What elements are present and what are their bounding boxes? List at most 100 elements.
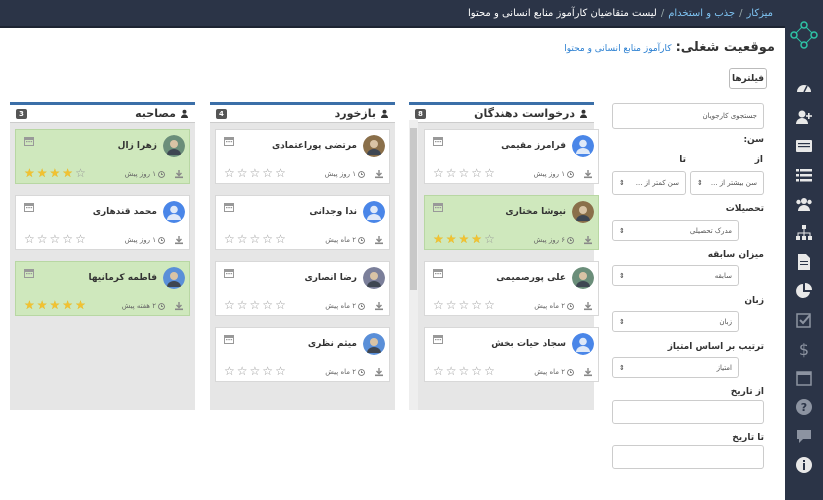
card-list-icon[interactable] xyxy=(794,136,814,156)
search-input[interactable]: جستجوی کارجویان xyxy=(612,103,764,129)
download-icon[interactable] xyxy=(374,169,384,179)
rating-star-icon[interactable]: ☆ xyxy=(471,365,482,377)
rating-star-icon[interactable]: ☆ xyxy=(75,167,86,179)
sort-select[interactable]: امتیاز ⇕ xyxy=(612,357,739,378)
applicant-name[interactable]: میثم نظری xyxy=(308,339,357,349)
date-to-input[interactable] xyxy=(612,445,764,469)
calendar-icon[interactable] xyxy=(224,136,234,146)
rating-stars[interactable]: ★ ★ ★ ★ ☆ xyxy=(24,167,86,179)
rating-star-icon[interactable]: ★ xyxy=(37,167,48,179)
rating-star-icon[interactable]: ☆ xyxy=(237,233,248,245)
rating-star-icon[interactable]: ☆ xyxy=(446,167,457,179)
rating-star-icon[interactable]: ☆ xyxy=(275,299,286,311)
applicant-card[interactable]: میثم نظری ☆ ☆ ☆ ☆ ☆ ۲ ماه پیش xyxy=(215,327,390,382)
rating-star-icon[interactable]: ☆ xyxy=(50,233,61,245)
rating-stars[interactable]: ☆ ☆ ☆ ☆ ☆ xyxy=(224,365,286,377)
calendar-icon[interactable] xyxy=(224,268,234,278)
rating-star-icon[interactable]: ☆ xyxy=(262,233,273,245)
rating-star-icon[interactable]: ☆ xyxy=(471,167,482,179)
age-from-input[interactable]: سن بیشتر از ... ⇕ xyxy=(690,171,764,195)
rating-star-icon[interactable]: ☆ xyxy=(224,233,235,245)
rating-stars[interactable]: ☆ ☆ ☆ ☆ ☆ xyxy=(433,365,495,377)
help-icon[interactable]: ? xyxy=(794,397,814,417)
rating-star-icon[interactable]: ☆ xyxy=(224,167,235,179)
org-chart-icon[interactable] xyxy=(794,223,814,243)
calendar-icon[interactable] xyxy=(794,368,814,388)
breadcrumb-home[interactable]: میزکار xyxy=(746,8,773,19)
rating-star-icon[interactable]: ☆ xyxy=(484,365,495,377)
rating-star-icon[interactable]: ☆ xyxy=(262,299,273,311)
rating-star-icon[interactable]: ☆ xyxy=(433,365,444,377)
rating-star-icon[interactable]: ★ xyxy=(75,299,86,311)
add-user-icon[interactable] xyxy=(794,107,814,127)
rating-stars[interactable]: ☆ ☆ ☆ ☆ ☆ xyxy=(224,167,286,179)
rating-star-icon[interactable]: ★ xyxy=(459,233,470,245)
info-icon[interactable] xyxy=(794,455,814,475)
rating-star-icon[interactable]: ★ xyxy=(433,233,444,245)
rating-star-icon[interactable]: ☆ xyxy=(62,233,73,245)
list-icon[interactable] xyxy=(794,165,814,185)
applicant-card[interactable]: فاطمه کرمانیها ★ ★ ★ ★ ★ ۲ هفته پیش xyxy=(15,261,190,316)
rating-stars[interactable]: ☆ ☆ ☆ ☆ ☆ xyxy=(433,167,495,179)
calendar-icon[interactable] xyxy=(24,136,34,146)
applicant-card[interactable]: زهرا زال ★ ★ ★ ★ ☆ ۱ روز پیش xyxy=(15,129,190,184)
breadcrumb-section[interactable]: جذب و استخدام xyxy=(668,8,735,19)
rating-star-icon[interactable]: ★ xyxy=(50,299,61,311)
logo-icon[interactable] xyxy=(785,0,823,70)
calendar-icon[interactable] xyxy=(433,268,443,278)
applicant-card[interactable]: رضا انصاری ☆ ☆ ☆ ☆ ☆ ۲ ماه پیش xyxy=(215,261,390,316)
download-icon[interactable] xyxy=(374,235,384,245)
applicant-name[interactable]: علی پورصمیمی xyxy=(496,273,566,283)
rating-star-icon[interactable]: ☆ xyxy=(275,233,286,245)
applicant-name[interactable]: زهرا زال xyxy=(118,141,157,151)
applicant-card[interactable]: ندا وجدانی ☆ ☆ ☆ ☆ ☆ ۲ ماه پیش xyxy=(215,195,390,250)
applicant-card[interactable]: فرامرز مقیمی ☆ ☆ ☆ ☆ ☆ ۱ روز پیش xyxy=(424,129,599,184)
rating-star-icon[interactable]: ☆ xyxy=(224,299,235,311)
rating-star-icon[interactable]: ☆ xyxy=(433,299,444,311)
dollar-icon[interactable]: $ xyxy=(794,339,814,359)
job-position-value[interactable]: کارآموز منابع انسانی و محتوا xyxy=(564,44,671,54)
rating-star-icon[interactable]: ☆ xyxy=(37,233,48,245)
applicant-name[interactable]: رضا انصاری xyxy=(304,273,357,283)
language-select[interactable]: زبان ⇕ xyxy=(612,311,739,332)
applicant-name[interactable]: سجاد حیات بخش xyxy=(491,339,566,349)
applicant-name[interactable]: محمد قندهاری xyxy=(93,207,157,217)
applicant-name[interactable]: نیوشا مختاری xyxy=(505,207,566,217)
applicant-card[interactable]: علی پورصمیمی ☆ ☆ ☆ ☆ ☆ ۲ ماه پیش xyxy=(424,261,599,316)
rating-star-icon[interactable]: ☆ xyxy=(484,299,495,311)
rating-star-icon[interactable]: ☆ xyxy=(250,233,261,245)
rating-star-icon[interactable]: ☆ xyxy=(471,299,482,311)
rating-stars[interactable]: ★ ★ ★ ★ ☆ xyxy=(433,233,495,245)
download-icon[interactable] xyxy=(174,235,184,245)
rating-star-icon[interactable]: ★ xyxy=(62,167,73,179)
calendar-icon[interactable] xyxy=(433,334,443,344)
experience-select[interactable]: سابقه ⇕ xyxy=(612,265,739,286)
rating-star-icon[interactable]: ☆ xyxy=(275,167,286,179)
rating-star-icon[interactable]: ☆ xyxy=(484,167,495,179)
column-scrollbar[interactable] xyxy=(409,120,418,410)
rating-star-icon[interactable]: ☆ xyxy=(433,167,444,179)
filters-button[interactable]: فیلترها xyxy=(729,68,767,89)
rating-star-icon[interactable]: ★ xyxy=(62,299,73,311)
rating-star-icon[interactable]: ☆ xyxy=(24,233,35,245)
rating-star-icon[interactable]: ☆ xyxy=(262,365,273,377)
rating-star-icon[interactable]: ☆ xyxy=(250,365,261,377)
chat-icon[interactable] xyxy=(794,426,814,446)
rating-star-icon[interactable]: ☆ xyxy=(459,299,470,311)
dashboard-icon[interactable] xyxy=(794,78,814,98)
rating-star-icon[interactable]: ★ xyxy=(471,233,482,245)
team-icon[interactable] xyxy=(794,194,814,214)
rating-star-icon[interactable]: ☆ xyxy=(237,299,248,311)
download-icon[interactable] xyxy=(583,367,593,377)
checklist-icon[interactable] xyxy=(794,310,814,330)
calendar-icon[interactable] xyxy=(24,268,34,278)
rating-star-icon[interactable]: ☆ xyxy=(275,365,286,377)
rating-star-icon[interactable]: ★ xyxy=(50,167,61,179)
rating-star-icon[interactable]: ★ xyxy=(446,233,457,245)
rating-star-icon[interactable]: ☆ xyxy=(237,167,248,179)
calendar-icon[interactable] xyxy=(224,202,234,212)
download-icon[interactable] xyxy=(174,301,184,311)
rating-stars[interactable]: ★ ★ ★ ★ ★ xyxy=(24,299,86,311)
rating-star-icon[interactable]: ☆ xyxy=(262,167,273,179)
applicant-name[interactable]: مرتضی پوراعتمادی xyxy=(272,141,357,151)
